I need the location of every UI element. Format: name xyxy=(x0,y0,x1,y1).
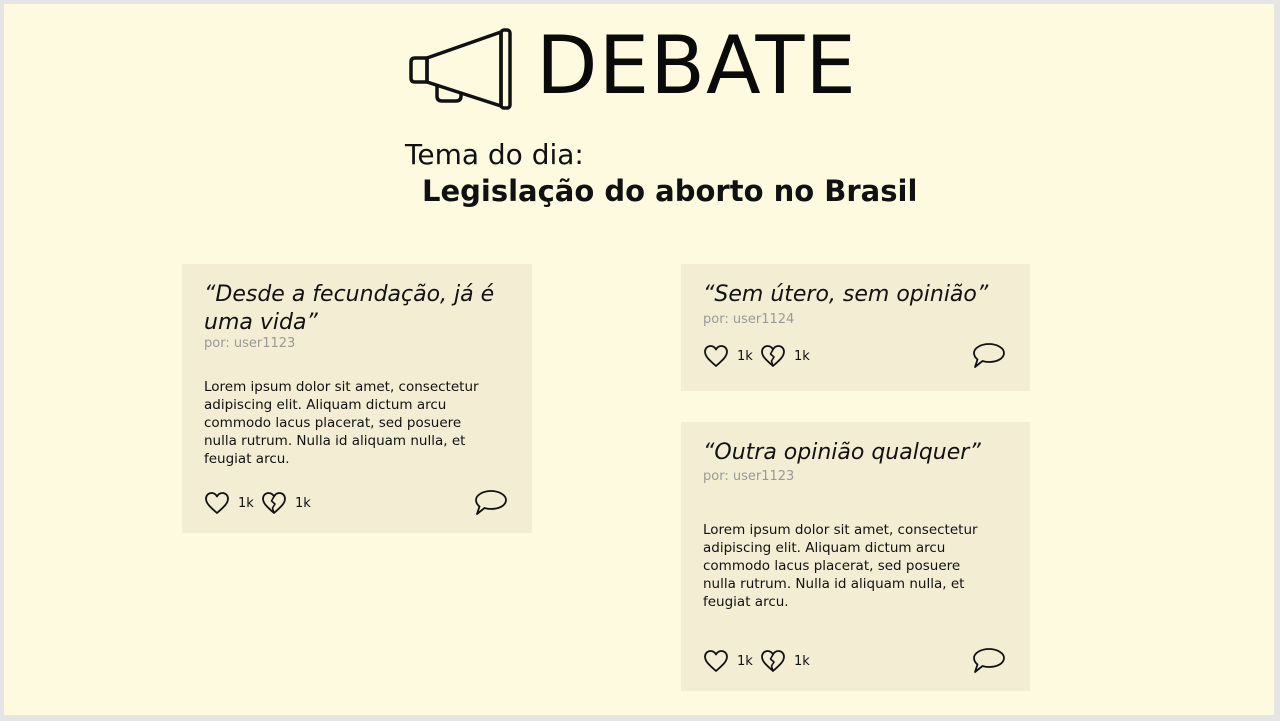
card-actions: 1k 1k xyxy=(703,341,1006,371)
dislike-button[interactable]: 1k xyxy=(760,341,810,371)
opinion-body: Lorem ipsum dolor sit amet, consectetur … xyxy=(204,379,479,467)
opinion-card: “Sem útero, sem opinião” por: user1124 1… xyxy=(681,264,1030,391)
opinion-quote: “Outra opinião qualquer” xyxy=(703,440,981,465)
like-count: 1k xyxy=(238,495,254,511)
comment-icon xyxy=(475,490,507,515)
opinion-quote: “Desde a fecundação, já é uma vida” xyxy=(204,282,495,335)
like-button[interactable]: 1k xyxy=(703,646,753,676)
broken-heart-icon xyxy=(761,345,785,367)
dislike-button[interactable]: 1k xyxy=(760,646,810,676)
like-count: 1k xyxy=(737,653,753,669)
opinion-author: por: user1124 xyxy=(703,312,795,327)
opinion-author: por: user1123 xyxy=(204,336,296,351)
broken-heart-icon xyxy=(262,492,286,514)
card-actions: 1k 1k xyxy=(204,488,508,518)
heart-icon xyxy=(205,492,229,514)
card-actions: 1k 1k xyxy=(703,646,1006,676)
like-count: 1k xyxy=(737,348,753,364)
comment-icon xyxy=(973,343,1005,368)
opinion-card: “Outra opinião qualquer” por: user1123 L… xyxy=(681,422,1030,691)
comment-button[interactable] xyxy=(972,341,1006,373)
heart-icon xyxy=(704,345,728,367)
dislike-count: 1k xyxy=(794,653,810,669)
megaphone-icon xyxy=(409,28,512,110)
opinion-card: “Desde a fecundação, já é uma vida” por:… xyxy=(182,264,532,533)
theme-title: Legislação do aborto no Brasil xyxy=(422,174,918,208)
opinion-author: por: user1123 xyxy=(703,469,795,484)
opinion-quote: “Sem útero, sem opinião” xyxy=(703,282,989,307)
like-button[interactable]: 1k xyxy=(703,341,753,371)
comment-button[interactable] xyxy=(474,488,508,520)
dislike-count: 1k xyxy=(295,495,311,511)
brand-title: DEBATE xyxy=(536,19,857,112)
dislike-count: 1k xyxy=(794,348,810,364)
comment-button[interactable] xyxy=(972,646,1006,678)
heart-icon xyxy=(704,650,728,672)
broken-heart-icon xyxy=(761,650,785,672)
like-button[interactable]: 1k xyxy=(204,488,254,518)
dislike-button[interactable]: 1k xyxy=(261,488,311,518)
debate-page: DEBATE Tema do dia: Legislação do aborto… xyxy=(4,4,1274,715)
comment-icon xyxy=(973,648,1005,673)
theme-prefix: Tema do dia: xyxy=(405,138,584,171)
opinion-body: Lorem ipsum dolor sit amet, consectetur … xyxy=(703,522,978,610)
